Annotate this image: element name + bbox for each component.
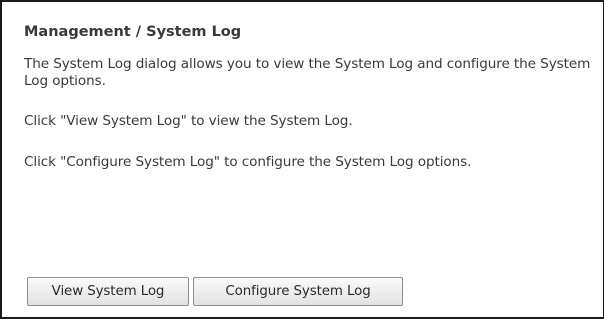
- view-system-log-button[interactable]: View System Log: [27, 277, 189, 306]
- description-text: The System Log dialog allows you to view…: [24, 56, 591, 89]
- configure-hint-text: Click "Configure System Log" to configur…: [24, 154, 472, 170]
- button-row: View System Log Configure System Log: [27, 277, 403, 306]
- configure-system-log-button[interactable]: Configure System Log: [193, 277, 403, 306]
- view-hint-text: Click "View System Log" to view the Syst…: [24, 113, 353, 129]
- system-log-panel: Management / System Log The System Log d…: [24, 23, 594, 171]
- page-title: Management / System Log: [24, 24, 242, 40]
